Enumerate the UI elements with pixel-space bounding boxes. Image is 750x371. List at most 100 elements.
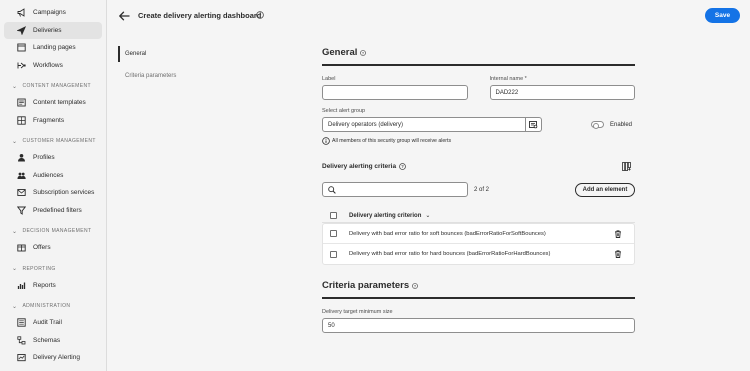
enabled-toggle[interactable] — [591, 121, 604, 129]
sidebar-item-subscription-services[interactable]: Subscription services — [4, 184, 102, 202]
sidebar-item-deliveries[interactable]: Deliveries — [4, 21, 102, 39]
megaphone-icon — [16, 8, 26, 18]
info-text: All members of this security group will … — [332, 138, 452, 144]
sidebar-item-predefined-filters[interactable]: Predefined filters — [4, 202, 102, 220]
sidebar: Campaigns Deliveries Landing pages Workflow… — [0, 0, 107, 371]
sidebar-item-fragments[interactable]: Fragments — [4, 112, 102, 130]
chevron-down-icon[interactable]: ⌄ — [12, 228, 17, 235]
sidebar-section-header[interactable]: ⌄ CUSTOMER MANAGEMENT — [0, 133, 106, 149]
enabled-label: Enabled — [610, 121, 633, 128]
sidebar-item-audiences[interactable]: Audiences — [4, 167, 102, 185]
criterion-name: Delivery with bad error ratio for hard b… — [349, 251, 551, 257]
sidebar-item-label: Offers — [33, 244, 51, 252]
sidebar-section-header[interactable]: ⌄ ADMINISTRATION — [0, 298, 106, 314]
sidebar-section-title: ADMINISTRATION — [22, 303, 71, 309]
help-icon[interactable]: ? — [256, 11, 264, 19]
sidebar-item-workflows[interactable]: Workflows — [4, 57, 102, 75]
svg-text:?: ? — [259, 13, 262, 19]
sidebar-item-label: Reports — [33, 281, 56, 289]
criteria-parameters-section-title: Criteria parameters ? — [322, 280, 635, 291]
folder-picker-icon — [529, 120, 538, 128]
chevron-down-icon[interactable]: ⌄ — [12, 83, 17, 90]
sidebar-item-audit-trail[interactable]: Audit Trail — [4, 314, 102, 332]
chevron-down-icon[interactable]: ⌄ — [425, 212, 430, 219]
sidebar-item-label: Delivery Alerting — [33, 354, 80, 362]
min-size-label: Delivery target minimum size — [322, 309, 393, 315]
section-subnav: General Criteria parameters — [118, 46, 193, 84]
trash-icon[interactable] — [614, 229, 622, 238]
sidebar-item-label: Fragments — [33, 116, 65, 124]
sidebar-item-offers[interactable]: Offers — [4, 239, 102, 257]
sidebar-item-label: Audiences — [33, 171, 64, 179]
sidebar-item-label: Predefined filters — [33, 206, 82, 214]
alert-group-label: Select alert group — [322, 108, 366, 114]
row-checkbox[interactable] — [330, 250, 337, 258]
help-icon[interactable]: ? — [399, 163, 406, 170]
search-icon — [328, 185, 336, 194]
required-mark: * — [524, 76, 527, 82]
add-element-button[interactable]: Add an element — [575, 182, 635, 197]
audit-icon — [16, 318, 26, 328]
sidebar-section-header[interactable]: ⌄ CONTENT MANAGEMENT — [0, 78, 106, 94]
sidebar-item-delivery-alerting[interactable]: Delivery Alerting — [4, 349, 102, 367]
sidebar-item-label: Campaigns — [33, 9, 66, 17]
form-content: General ? Label Internal name * DAD222 S… — [322, 42, 635, 333]
sidebar-item-schemas[interactable]: Schemas — [4, 332, 102, 350]
template-icon — [16, 98, 26, 108]
sidebar-item-landing-pages[interactable]: Landing pages — [4, 39, 102, 57]
min-size-input[interactable]: 50 — [322, 318, 635, 333]
help-icon[interactable]: ? — [360, 49, 367, 56]
section-divider — [322, 297, 635, 299]
table-row[interactable]: Delivery with bad error ratio for soft b… — [323, 224, 634, 244]
table-row[interactable]: Delivery with bad error ratio for hard b… — [323, 244, 634, 264]
alert-group-input[interactable]: Delivery operators (delivery) — [322, 117, 526, 132]
sidebar-item-label: Workflows — [33, 61, 63, 69]
select-all-checkbox[interactable] — [330, 212, 337, 219]
chevron-down-icon[interactable]: ⌄ — [12, 138, 17, 145]
internal-name-input[interactable]: DAD222 — [489, 85, 635, 100]
sidebar-section-title: CONTENT MANAGEMENT — [22, 83, 91, 89]
help-icon[interactable]: ? — [412, 282, 419, 289]
row-checkbox[interactable] — [330, 230, 337, 237]
internal-name-label-text: Internal name — [489, 76, 524, 82]
chevron-down-icon[interactable]: ⌄ — [12, 303, 17, 310]
user-icon — [16, 153, 26, 163]
filter-icon — [16, 205, 26, 215]
top-bar: Create delivery alerting dashboard ? Sav… — [108, 0, 750, 33]
save-button[interactable]: Save — [705, 8, 740, 23]
result-count: 2 of 2 — [474, 186, 490, 193]
back-arrow-icon[interactable] — [118, 10, 130, 22]
sidebar-item-label: Landing pages — [33, 44, 76, 52]
criteria-heading: Delivery alerting criteria ? — [322, 163, 406, 170]
chevron-down-icon[interactable]: ⌄ — [12, 265, 17, 272]
criterion-name: Delivery with bad error ratio for soft b… — [349, 230, 546, 237]
criteria-search-input[interactable] — [322, 182, 468, 197]
sidebar-item-campaigns[interactable]: Campaigns — [4, 4, 102, 22]
sidebar-item-label: Deliveries — [33, 26, 62, 34]
alert-group-picker-button[interactable] — [526, 117, 542, 132]
subscription-icon — [16, 188, 26, 198]
trash-icon[interactable] — [614, 250, 622, 258]
sidebar-section-header[interactable]: ⌄ DECISION MANAGEMENT — [0, 223, 106, 239]
sidebar-item-profiles[interactable]: Profiles — [4, 149, 102, 167]
svg-text:?: ? — [414, 284, 416, 288]
criteria-table-header: Delivery alerting criterion ⌄ — [322, 209, 635, 223]
sidebar-item-content-templates[interactable]: Content templates — [4, 94, 102, 112]
audience-icon — [16, 170, 26, 180]
schema-icon — [16, 335, 26, 345]
workflow-icon — [16, 60, 26, 70]
alert-icon — [16, 353, 26, 363]
criteria-title-text: Delivery alerting criteria — [322, 163, 397, 170]
column-settings-icon[interactable] — [622, 162, 631, 171]
column-header-criterion[interactable]: Delivery alerting criterion — [349, 213, 421, 219]
subnav-criteria-parameters[interactable]: Criteria parameters — [118, 68, 193, 84]
params-title-text: Criteria parameters — [322, 280, 410, 291]
subnav-general[interactable]: General — [118, 46, 193, 62]
label-input[interactable] — [322, 85, 468, 100]
sidebar-item-reports[interactable]: Reports — [4, 277, 102, 295]
sidebar-item-label: Audit Trail — [33, 319, 62, 327]
sidebar-section-header[interactable]: ⌄ REPORTING — [0, 261, 106, 277]
sidebar-section-title: CUSTOMER MANAGEMENT — [22, 138, 96, 144]
page-title: Create delivery alerting dashboard — [138, 11, 262, 20]
landing-page-icon — [16, 43, 26, 53]
